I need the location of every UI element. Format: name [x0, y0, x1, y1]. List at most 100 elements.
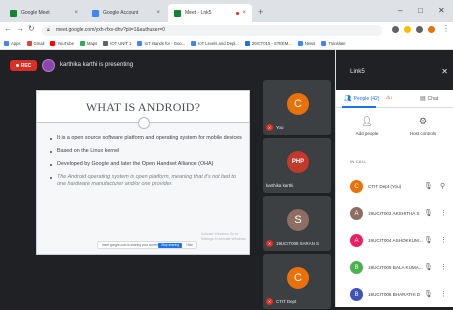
extension-icon[interactable]	[392, 26, 399, 33]
people-list: C CTIT Dept (You) 🎙︎ ⚲ A 19UCIT002 AKSHI…	[336, 175, 453, 310]
bookmark-page-icon	[103, 41, 109, 46]
youtube-icon	[50, 41, 56, 46]
avatar: C	[350, 180, 363, 193]
tab-close-icon[interactable]: ×	[74, 10, 78, 16]
add-people-button[interactable]: 👤︎ Add people	[342, 116, 392, 136]
meet-favicon-icon	[10, 9, 17, 17]
bookmark-page-icon	[244, 41, 250, 46]
participant-tile[interactable]: PHP karthika karthi	[263, 138, 331, 193]
google-icon	[191, 41, 197, 46]
maps-icon	[79, 41, 85, 46]
bookmark-item[interactable]: IoT Levels and Depl...	[191, 41, 239, 46]
more-options-icon[interactable]: ⋮	[440, 290, 447, 298]
avatar: S	[287, 209, 309, 231]
mic-off-icon: 🎙︎	[424, 264, 433, 271]
avatar: PHP	[287, 151, 309, 173]
window-close-icon[interactable]: ✕	[438, 6, 445, 15]
bookmark-item[interactable]: 20ICT015 - STEEM...	[244, 41, 292, 46]
avatar: C	[287, 93, 309, 115]
gmail-icon	[26, 41, 32, 46]
active-tab-indicator	[342, 106, 376, 108]
people-icon: 👥︎	[344, 96, 352, 102]
translate-icon	[321, 41, 327, 46]
slide-bullet: The Android operating system is open pla…	[49, 174, 243, 188]
slide-body: It is a open source software platform an…	[49, 135, 243, 194]
avatar: A	[350, 207, 363, 220]
participant-tile[interactable]: S ✕ 19UCIT008 SARAN S	[263, 196, 331, 251]
more-options-icon[interactable]: ⋮	[440, 236, 447, 244]
tab-chat[interactable]: ▤ Chat	[420, 95, 438, 103]
bookmark-item[interactable]: Gmail	[26, 41, 44, 46]
tab-label: Google Meet	[21, 10, 50, 16]
share-alert-icon[interactable]: ⚠︎ ↓	[386, 95, 393, 101]
extension-icon[interactable]	[404, 26, 411, 33]
host-controls-button[interactable]: ⚙︎ Host controls	[398, 116, 448, 136]
slide-bullet: It is a open source software platform an…	[49, 135, 243, 142]
new-tab-button[interactable]: +	[258, 7, 263, 17]
list-item[interactable]: A 19UCIT002 AKSHITHA S 🎙︎ ⋮	[336, 202, 453, 229]
list-item[interactable]: A 19UCIT004 ASHOKKUM... 🎙︎ ⋮	[336, 229, 453, 256]
bookmark-item[interactable]: Maps	[79, 41, 97, 46]
stop-sharing-button[interactable]: Stop sharing	[158, 243, 182, 248]
participant-tiles: C ✕ You PHP karthika karthi S ✕ 19UCIT00…	[263, 80, 331, 309]
mic-off-icon: 🎙︎	[424, 183, 433, 190]
recording-dot-icon	[236, 11, 240, 15]
forward-icon[interactable]: →	[16, 24, 24, 33]
panel-title: Link5	[350, 68, 365, 75]
tab-close-icon[interactable]: ×	[156, 10, 160, 16]
host-controls-icon: ⚙︎	[418, 116, 428, 126]
hide-button[interactable]: Hide	[186, 242, 193, 249]
presenting-label: karthika karthi is presenting	[60, 62, 134, 68]
extensions-puzzle-icon[interactable]	[416, 26, 423, 33]
record-dot-icon	[15, 64, 19, 67]
browser-menu-icon[interactable]: ⋮	[442, 24, 450, 33]
participant-tile[interactable]: C ✕ CTIT Dept	[263, 254, 331, 309]
pin-icon[interactable]: ⚲	[440, 182, 445, 190]
participant-name: 19UCIT002 AKSHITHA S	[368, 211, 420, 216]
back-icon[interactable]: ←	[4, 24, 12, 33]
tab-label: Meet - Lnk5	[185, 10, 212, 16]
avatar: C	[287, 267, 309, 289]
url-text: meet.google.com/yxh-rfxv-dhv?pli=1&authu…	[56, 27, 165, 33]
browser-tab-1[interactable]: Google Meet ×	[4, 4, 84, 22]
panel-tabs: 👥︎ People (42) ⚠︎ ↓ ▤ Chat	[336, 90, 453, 108]
list-item[interactable]: B 19UCIT006 BHARATHI D 🎙︎ ⋮	[336, 283, 453, 310]
bookmark-item[interactable]: YouTube	[50, 41, 74, 46]
mic-off-icon: 🎙︎	[424, 237, 433, 244]
tab-people[interactable]: 👥︎ People (42)	[344, 95, 379, 103]
more-options-icon[interactable]: ⋮	[440, 263, 447, 271]
profile-avatar[interactable]	[428, 26, 435, 33]
browser-tab-2[interactable]: Google Account ×	[86, 4, 166, 22]
maximize-icon[interactable]: □	[418, 6, 423, 15]
more-options-icon[interactable]: ⋮	[440, 209, 447, 217]
slide-bullet: Based on the Linux kernel	[49, 148, 243, 155]
meet-favicon-icon	[174, 9, 181, 17]
list-item[interactable]: B 19UCIT005 BALA KUMA... 🎙︎ ⋮	[336, 256, 453, 283]
meet-stage: REC karthika karthi is presenting WHAT I…	[0, 50, 335, 309]
bookmark-item[interactable]: IoT stands for - Goo...	[137, 41, 185, 46]
slide-title: WHAT IS ANDROID?	[85, 100, 201, 114]
tab-close-icon[interactable]: ×	[242, 10, 246, 16]
minimize-icon[interactable]: –	[398, 6, 402, 15]
reload-icon[interactable]: ↻	[28, 24, 35, 33]
participant-name: karthika karthi	[266, 183, 294, 188]
bookmark-item[interactable]: IOT UNIT 1	[103, 41, 131, 46]
mic-off-icon: ✕	[266, 298, 273, 305]
slide-decoration	[138, 117, 150, 129]
list-item[interactable]: C CTIT Dept (You) 🎙︎ ⚲	[336, 175, 453, 202]
mic-off-icon: ✕	[266, 240, 273, 247]
shared-slide: WHAT IS ANDROID? It is a open source sof…	[36, 90, 250, 255]
add-person-icon: 👤︎	[361, 116, 373, 126]
participant-tile[interactable]: C ✕ You	[263, 80, 331, 135]
participant-name: 19UCIT004 ASHOKKUM...	[368, 238, 423, 243]
chat-icon: ▤	[420, 96, 426, 102]
avatar: B	[350, 288, 363, 301]
url-field[interactable]: 🔒︎ meet.google.com/yxh-rfxv-dhv?pli=1&au…	[42, 25, 382, 36]
bookmark-item[interactable]: Apps	[4, 41, 21, 46]
close-icon[interactable]: ✕	[441, 67, 448, 76]
bookmark-item[interactable]: Translate	[321, 41, 346, 46]
browser-tab-3[interactable]: Meet - Lnk5 ×	[168, 4, 252, 22]
panel-actions: 👤︎ Add people ⚙︎ Host controls	[336, 116, 453, 146]
tab-label: Google Account	[103, 10, 139, 16]
bookmark-item[interactable]: News	[297, 41, 315, 46]
